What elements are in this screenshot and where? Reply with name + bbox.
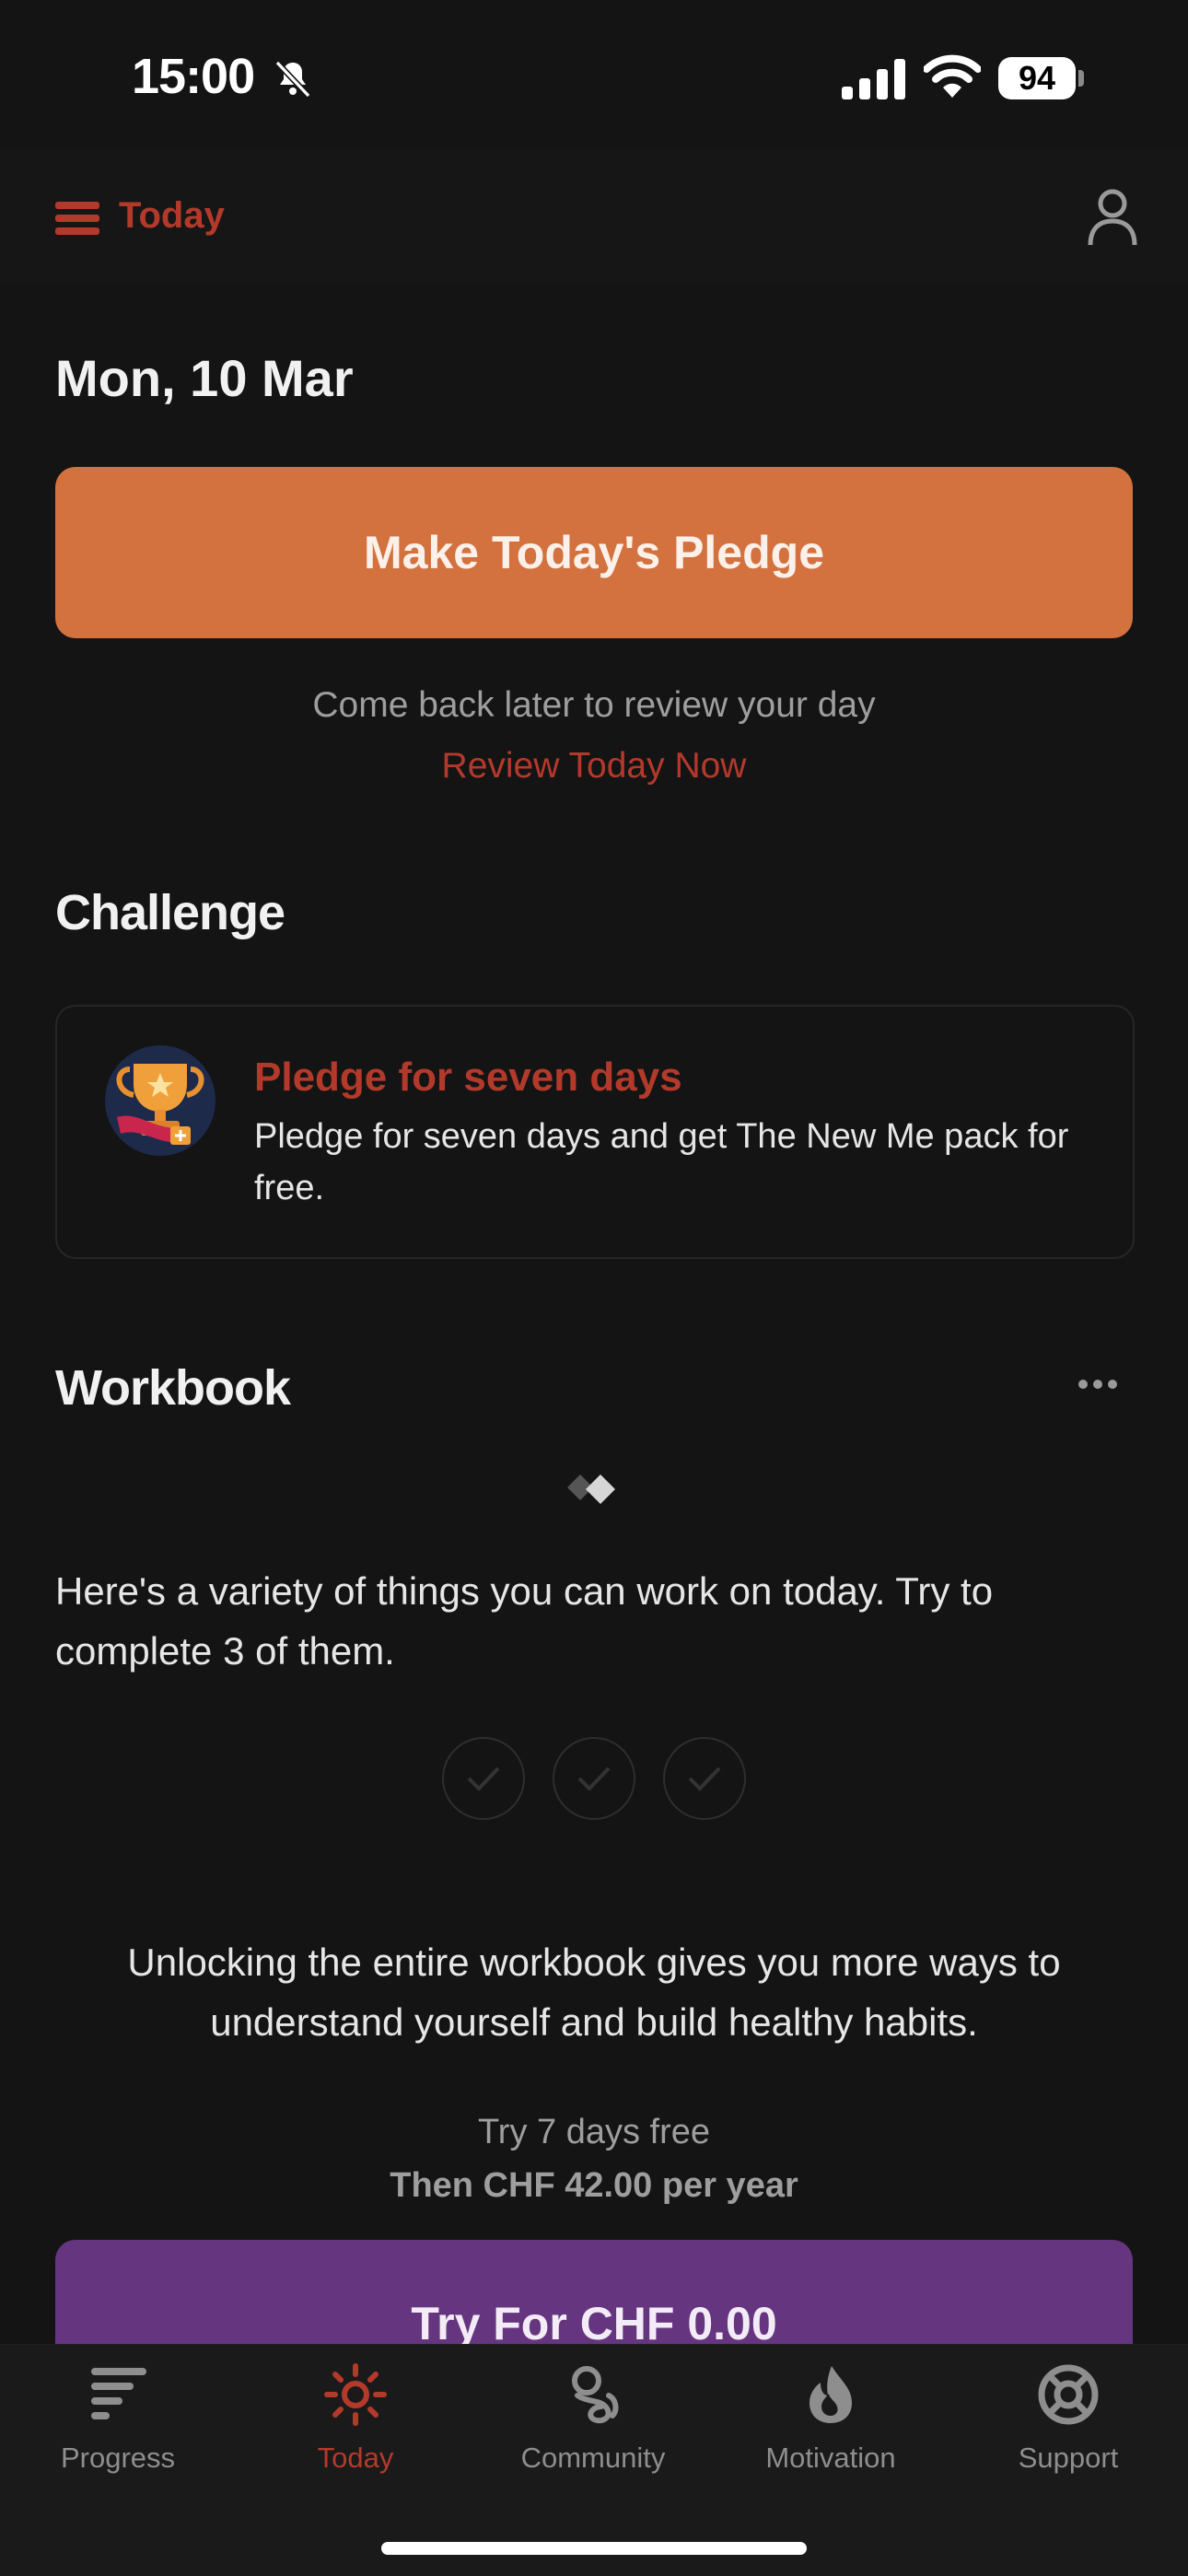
sun-icon <box>323 2353 388 2436</box>
make-pledge-button[interactable]: Make Today's Pledge <box>55 467 1133 638</box>
tab-label: Motivation <box>765 2442 896 2474</box>
header-title[interactable]: Today <box>119 195 225 237</box>
flame-icon <box>798 2353 863 2436</box>
more-options-icon[interactable] <box>1077 1378 1118 1395</box>
person-icon[interactable] <box>1087 188 1138 251</box>
workbook-progress-check <box>553 1737 635 1820</box>
challenge-title: Pledge for seven days <box>254 1055 682 1100</box>
battery-cap <box>1078 70 1084 87</box>
try-free-button-label: Try For CHF 0.00 <box>411 2298 777 2349</box>
review-info-text: Come back later to review your day <box>312 685 876 725</box>
cellular-signal-icon <box>842 59 906 104</box>
tab-label: Progress <box>60 2442 176 2474</box>
tab-support[interactable]: Support <box>958 2353 1179 2491</box>
status-time: 15:00 <box>132 49 255 104</box>
review-today-link[interactable]: Review Today Now <box>0 746 1188 787</box>
progress-icon <box>86 2353 150 2436</box>
trophy-icon <box>102 1045 218 1160</box>
tab-label: Today <box>317 2442 394 2474</box>
tab-community[interactable]: Community <box>483 2353 704 2491</box>
bell-muted-icon <box>271 57 315 106</box>
community-icon <box>561 2353 625 2436</box>
workbook-progress-check <box>663 1737 746 1820</box>
page-date: Mon, 10 Mar <box>55 349 354 407</box>
wifi-icon <box>923 53 982 104</box>
price-text: Then CHF 42.00 per year <box>390 2166 798 2205</box>
workbook-progress-check <box>442 1737 525 1820</box>
unlock-workbook-text: Unlocking the entire workbook gives you … <box>127 1941 1061 2044</box>
workbook-section-title: Workbook <box>55 1360 291 1416</box>
battery-level: 94 <box>1018 59 1056 97</box>
challenge-description: Pledge for seven days and get The New Me… <box>254 1117 1069 1207</box>
workbook-intro: Here's a variety of things you can work … <box>55 1569 994 1673</box>
tab-today[interactable]: Today <box>245 2353 466 2491</box>
hamburger-menu-icon[interactable] <box>55 202 99 239</box>
challenge-section-title: Challenge <box>55 885 285 940</box>
tab-motivation[interactable]: Motivation <box>720 2353 941 2491</box>
battery-indicator: 94 <box>998 57 1076 99</box>
lifebuoy-icon <box>1036 2353 1101 2436</box>
tab-label: Community <box>520 2442 666 2474</box>
workbook-diamond-icon <box>564 1469 624 1514</box>
tab-progress[interactable]: Progress <box>7 2353 228 2491</box>
tab-label: Support <box>1018 2442 1119 2474</box>
home-indicator[interactable] <box>381 2542 807 2555</box>
trial-text: Try 7 days free <box>477 2113 710 2151</box>
